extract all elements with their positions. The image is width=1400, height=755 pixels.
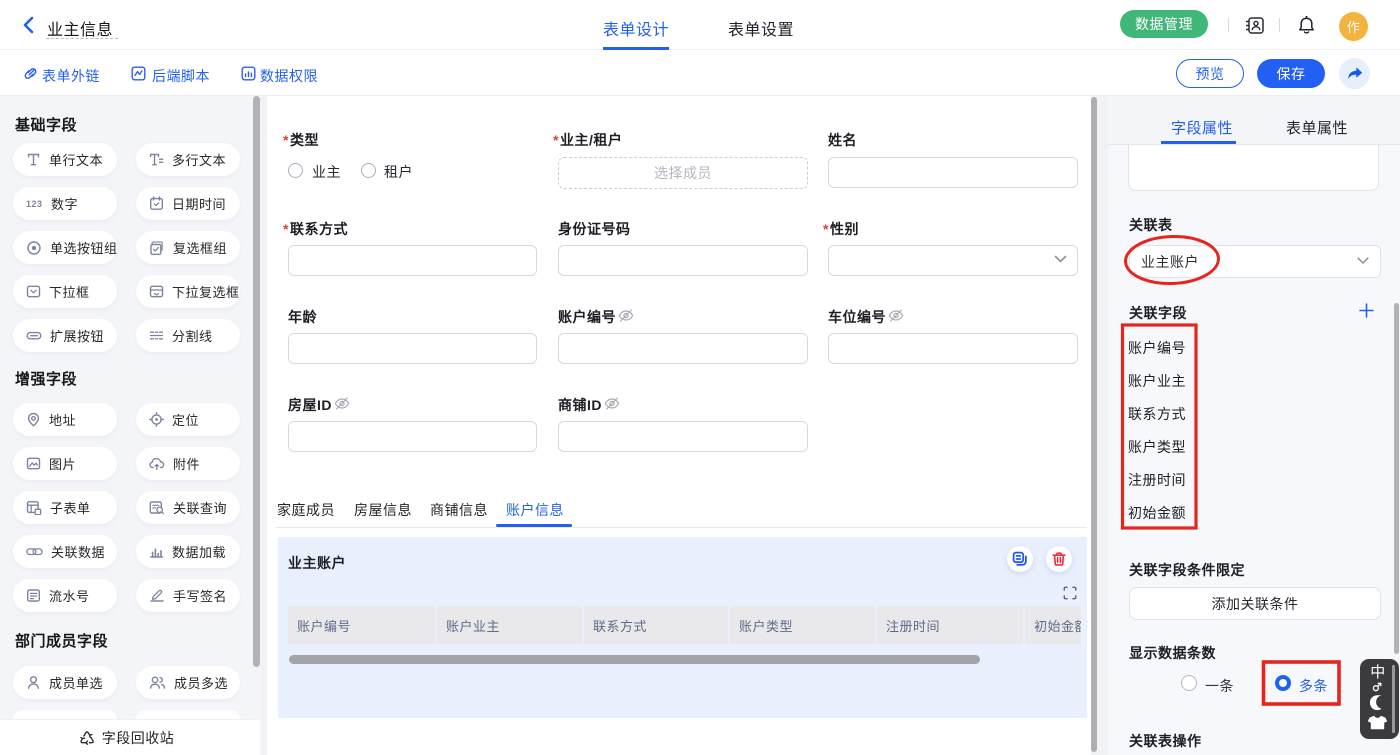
svg-text:123: 123 (26, 199, 43, 209)
